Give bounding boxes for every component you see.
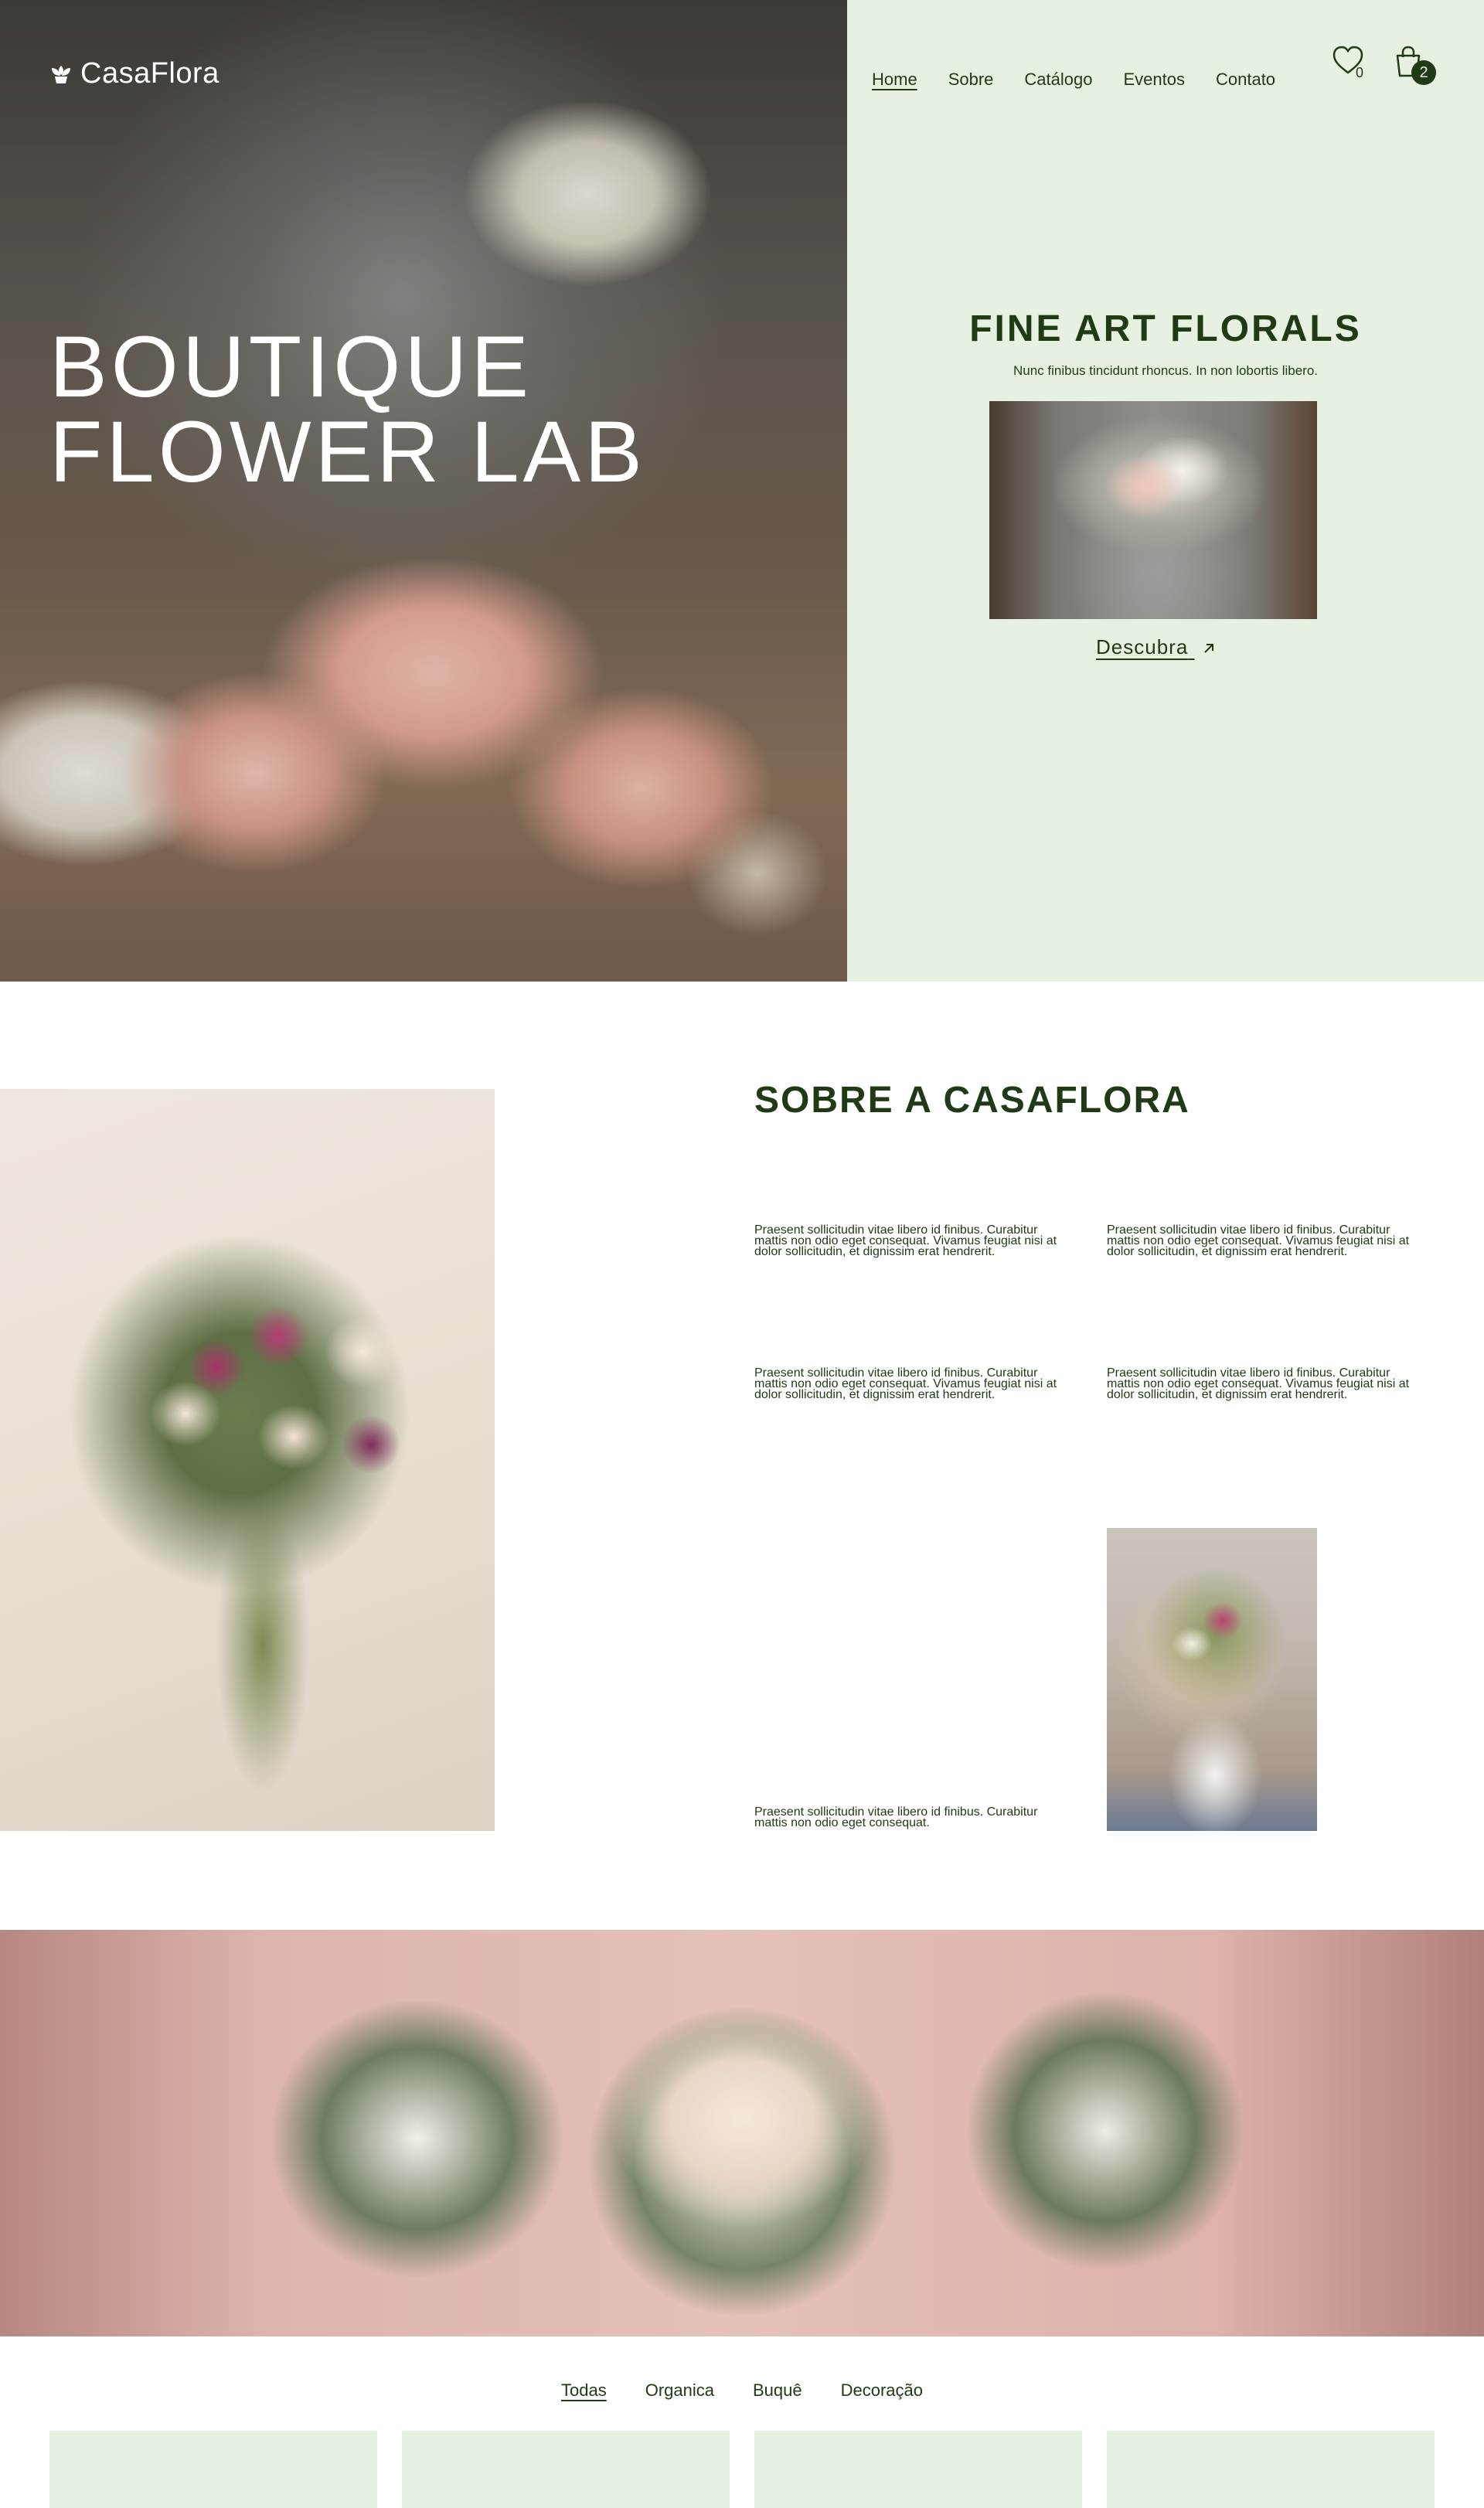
descubra-link[interactable]: Descubra [1096,635,1217,659]
hero-title-line-1: BOUTIQUE [49,318,533,415]
wishlist-button[interactable]: 0 [1331,45,1370,83]
nav-item-catalogo[interactable]: Catálogo [1024,70,1092,90]
hero-title: BOUTIQUE FLOWER LAB [49,324,646,495]
nav-item-contato[interactable]: Contato [1216,70,1275,90]
main-nav: Home Sobre Catálogo Eventos Contato [872,70,1306,90]
about-wrapped-bouquet-photo [1107,1528,1317,1831]
flower-logo-icon [52,65,70,83]
product-card[interactable] [754,2431,1082,2508]
product-card[interactable] [49,2431,377,2508]
catalog-filters: Todas Organica Buquê Decoração [0,2380,1484,2401]
product-card[interactable] [402,2431,730,2508]
nav-item-sobre[interactable]: Sobre [948,70,994,90]
arrow-up-right-icon [1203,644,1213,653]
about-paragraph-1: Praesent sollicitudin vitae libero id fi… [754,1223,1057,1258]
feature-bouquet-photo [989,401,1317,619]
filter-organica[interactable]: Organica [645,2380,714,2401]
filter-decoracao[interactable]: Decoração [841,2380,923,2401]
about-bouquet-photo [0,1089,495,1831]
about-title: SOBRE A CASAFLORA [754,1080,1190,1121]
about-paragraph-4: Praesent sollicitudin vitae libero id fi… [1107,1366,1410,1401]
filter-buque[interactable]: Buquê [753,2380,802,2401]
about-paragraph-2: Praesent sollicitudin vitae libero id fi… [1107,1223,1410,1258]
cart-count-badge: 2 [1411,60,1436,85]
feature-title: FINE ART FLORALS [969,308,1362,349]
brand-logo[interactable]: CasaFlora [49,57,220,90]
nav-item-home[interactable]: Home [872,70,917,90]
product-card[interactable] [1107,2431,1435,2508]
descubra-label: Descubra [1096,635,1189,658]
nav-item-eventos[interactable]: Eventos [1123,70,1185,90]
feature-subtitle: Nunc finibus tincidunt rhoncus. In non l… [1013,363,1319,378]
filter-todas[interactable]: Todas [561,2380,607,2401]
hero-section: CasaFlora BOUTIQUE FLOWER LAB Home Sobre… [0,0,1484,982]
hero-title-line-2: FLOWER LAB [49,403,646,500]
cart-button[interactable]: 2 [1393,45,1439,88]
about-paragraph-3: Praesent sollicitudin vitae libero id fi… [754,1366,1057,1401]
brand-name: CasaFlora [80,57,220,90]
about-paragraph-5: Praesent sollicitudin vitae libero id fi… [754,1805,1038,1829]
wishlist-count: 0 [1356,65,1364,80]
bridesmaids-bouquets-banner [0,1930,1484,2336]
